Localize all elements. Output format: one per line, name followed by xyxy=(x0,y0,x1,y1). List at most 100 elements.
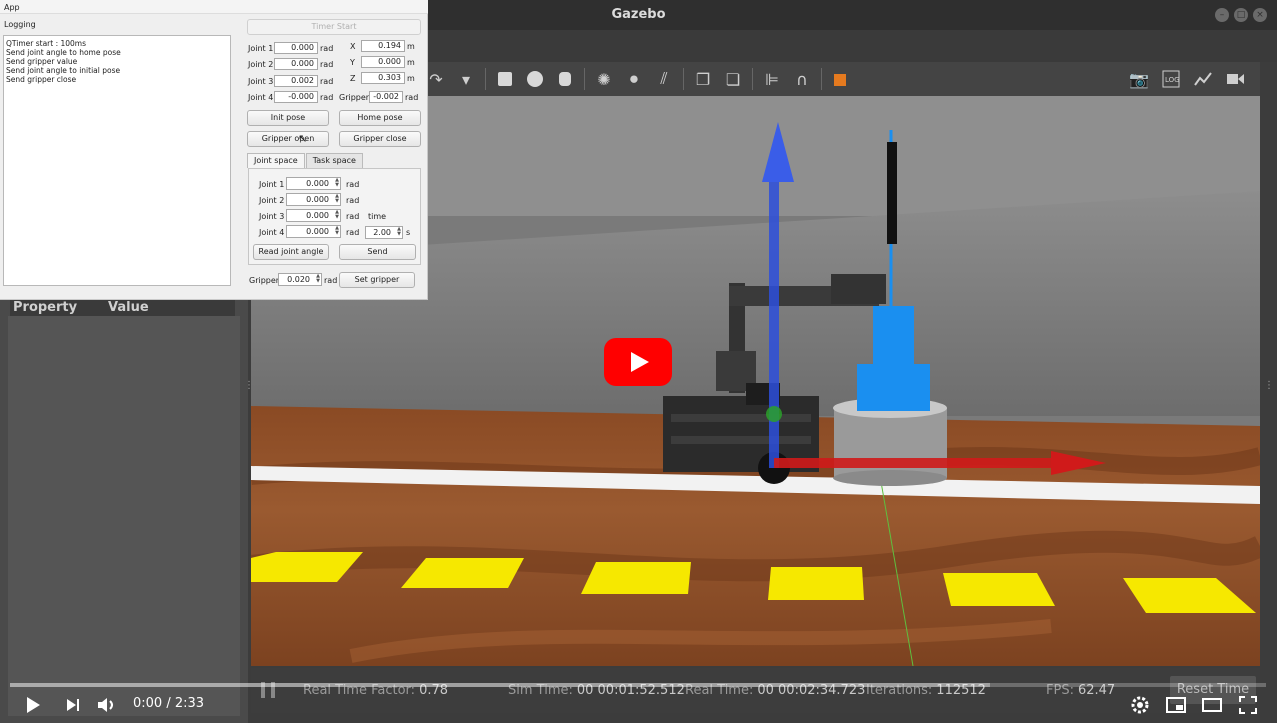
log-line: Send gripper value xyxy=(6,57,78,66)
set-gripper-spinbox[interactable]: 0.020 ▲ ▼ xyxy=(278,273,322,286)
send-button[interactable]: Send xyxy=(339,244,416,260)
toolbar-separator xyxy=(683,68,684,90)
paste-icon[interactable]: ❏ xyxy=(722,68,744,90)
x-unit: m xyxy=(407,42,415,51)
log-list[interactable]: QTimer start : 100ms Send joint angle to… xyxy=(3,35,231,286)
time-spinbox[interactable]: 2.00 ▲ ▼ xyxy=(365,226,403,239)
init-pose-button[interactable]: Init pose xyxy=(247,110,329,126)
spin-arrows-icon[interactable]: ▲ ▼ xyxy=(335,226,339,236)
spin-arrows-icon[interactable]: ▲ ▼ xyxy=(397,227,401,237)
read-joint-angle-button[interactable]: Read joint angle xyxy=(253,244,329,260)
black-bar xyxy=(887,142,897,244)
set-gripper-button[interactable]: Set gripper xyxy=(339,272,415,288)
plot-icon[interactable] xyxy=(1192,68,1214,90)
fullscreen-icon[interactable] xyxy=(1237,695,1259,715)
js-joint1-label: Joint 1 xyxy=(259,180,285,189)
joint3-field[interactable]: 0.002 xyxy=(274,75,318,87)
svg-text:LOG: LOG xyxy=(1165,76,1180,84)
yellow-marker xyxy=(581,562,691,594)
y-field[interactable]: 0.000 xyxy=(361,56,405,68)
copy-icon[interactable]: ❐ xyxy=(692,68,714,90)
joint1-field[interactable]: 0.000 xyxy=(274,42,318,54)
x-label: X xyxy=(350,42,356,51)
miniplayer-icon[interactable] xyxy=(1165,695,1187,715)
yellow-marker xyxy=(768,567,864,600)
z-field[interactable]: 0.303 xyxy=(361,72,405,84)
joint3-label: Joint 3 xyxy=(248,77,274,86)
js-joint3-spinbox[interactable]: 0.000 ▲ ▼ xyxy=(286,209,341,222)
joint3-unit: rad xyxy=(320,77,334,86)
joint4-label: Joint 4 xyxy=(248,93,274,102)
tab-task-space[interactable]: Task space xyxy=(305,153,363,168)
spot-light-icon[interactable]: ⚫ xyxy=(623,68,645,90)
directional-light-icon[interactable]: ⫽ xyxy=(653,68,675,90)
toolbar-separator xyxy=(821,68,822,90)
toolbar-separator xyxy=(584,68,585,90)
home-pose-button[interactable]: Home pose xyxy=(339,110,421,126)
yellow-marker xyxy=(943,573,1055,606)
gripper-close-button[interactable]: Gripper close xyxy=(339,131,421,147)
minimize-button[interactable]: – xyxy=(1215,8,1229,22)
js-joint1-unit: rad xyxy=(346,180,360,189)
app-menu[interactable]: App xyxy=(4,3,20,12)
snap-icon[interactable]: ∩ xyxy=(791,68,813,90)
joint4-unit: rad xyxy=(320,93,334,102)
toolbar-separator xyxy=(485,68,486,90)
cylinder-shape-icon[interactable] xyxy=(554,68,576,90)
set-gripper-label: Gripper xyxy=(249,276,280,285)
app-menubar xyxy=(0,0,428,14)
joint2-field[interactable]: 0.000 xyxy=(274,58,318,70)
spin-arrows-icon[interactable]: ▲ ▼ xyxy=(335,178,339,188)
spin-arrows-icon[interactable]: ▲ ▼ xyxy=(335,210,339,220)
spin-arrows-icon[interactable]: ▲ ▼ xyxy=(316,274,320,284)
js-joint4-spinbox[interactable]: 0.000 ▲ ▼ xyxy=(286,225,341,238)
maximize-button[interactable]: □ xyxy=(1234,8,1248,22)
property-table-header: Property Value xyxy=(10,300,235,316)
log-line: Send joint angle to initial pose xyxy=(6,66,121,75)
gripper-label: Gripper xyxy=(339,93,370,102)
change-view-icon[interactable] xyxy=(830,68,852,90)
video-record-icon[interactable] xyxy=(1224,68,1246,90)
box-shape-icon[interactable] xyxy=(494,68,516,90)
y-unit: m xyxy=(407,58,415,67)
joint2-label: Joint 2 xyxy=(248,60,274,69)
align-icon[interactable]: ⊫ xyxy=(761,68,783,90)
log-line: QTimer start : 100ms xyxy=(6,39,87,48)
settings-icon[interactable] xyxy=(1129,695,1151,715)
log-icon[interactable]: LOG xyxy=(1160,68,1182,90)
gripper-field[interactable]: -0.002 xyxy=(369,91,403,103)
volume-icon[interactable] xyxy=(96,695,118,715)
js-joint2-label: Joint 2 xyxy=(259,196,285,205)
right-splitter-handle[interactable]: ⋮ xyxy=(1264,380,1274,391)
youtube-play-button[interactable] xyxy=(604,338,672,386)
js-joint1-spinbox[interactable]: 0.000 ▲ ▼ xyxy=(286,177,341,190)
screenshot-icon[interactable]: 📷 xyxy=(1128,68,1150,90)
z-unit: m xyxy=(407,74,415,83)
close-button[interactable]: × xyxy=(1253,8,1267,22)
js-joint2-spinbox[interactable]: 0.000 ▲ ▼ xyxy=(286,193,341,206)
redo-icon[interactable]: ↷ xyxy=(425,68,447,90)
play-icon[interactable] xyxy=(22,695,44,715)
joint1-unit: rad xyxy=(320,44,334,53)
dropdown-icon[interactable]: ▾ xyxy=(455,68,477,90)
theater-icon[interactable] xyxy=(1201,695,1223,715)
app-window: App Logging QTimer start : 100ms Send jo… xyxy=(0,0,428,300)
js-joint2-unit: rad xyxy=(346,196,360,205)
next-icon[interactable] xyxy=(62,695,84,715)
timer-start-button[interactable]: Timer Start xyxy=(247,19,421,35)
point-light-icon[interactable]: ✺ xyxy=(593,68,615,90)
spin-arrows-icon[interactable]: ▲ ▼ xyxy=(335,194,339,204)
sphere-shape-icon[interactable] xyxy=(524,68,546,90)
logging-label: Logging xyxy=(4,20,36,29)
joint4-field[interactable]: -0.000 xyxy=(274,91,318,103)
js-joint4-unit: rad xyxy=(346,228,360,237)
tab-joint-space[interactable]: Joint space xyxy=(247,153,305,168)
blue-object xyxy=(873,306,914,366)
video-time: 0:00 / 2:33 xyxy=(133,696,205,711)
gripper-open-button[interactable]: Gripper open xyxy=(247,131,329,147)
gripper-unit: rad xyxy=(405,93,419,102)
x-field[interactable]: 0.194 xyxy=(361,40,405,52)
log-line: Send joint angle to home pose xyxy=(6,48,121,57)
set-gripper-unit: rad xyxy=(324,276,338,285)
joint1-label: Joint 1 xyxy=(248,44,274,53)
